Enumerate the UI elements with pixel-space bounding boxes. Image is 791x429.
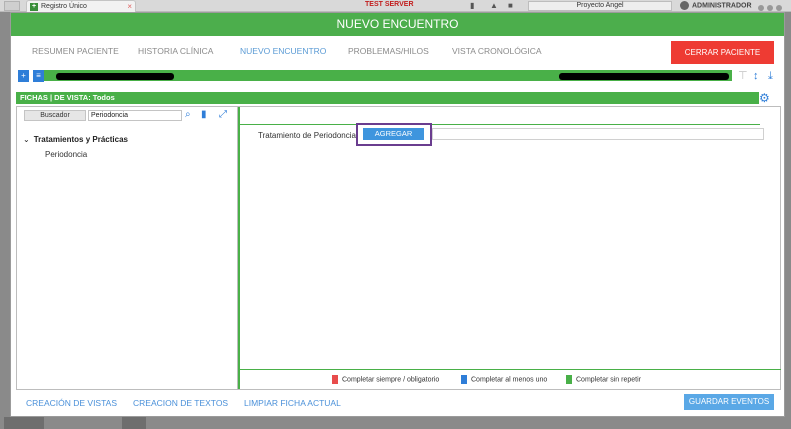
- browser-top-bar: + Registro Único × TEST SERVER ▮ ▲ ■ Pro…: [0, 0, 791, 12]
- tree-group-label: Tratamientos y Prácticas: [33, 135, 128, 144]
- dot-icon[interactable]: [767, 5, 773, 11]
- fichas-panel: Buscador Periodoncia ⌕ ▮ ⤢ ⌄ Tratamientos…: [16, 106, 238, 390]
- collapse-top-icon: ⊤: [738, 70, 748, 82]
- window-control-button[interactable]: [4, 1, 20, 11]
- tree-item-periodoncia[interactable]: Periodoncia: [45, 150, 87, 159]
- project-label: Proyecto Angel: [576, 2, 624, 9]
- bell-icon[interactable]: ▲: [490, 1, 498, 10]
- taskbar-item[interactable]: [4, 417, 44, 429]
- redacted-details: [559, 73, 729, 80]
- project-selector[interactable]: Proyecto Angel: [528, 1, 672, 11]
- tab-historia-clinica[interactable]: HISTORIA CLÍNICA: [138, 46, 213, 56]
- tree-group[interactable]: ⌄ Tratamientos y Prácticas: [23, 135, 128, 144]
- tab-problemas-hilos[interactable]: PROBLEMAS/HILOS: [348, 46, 429, 56]
- close-patient-button[interactable]: CERRAR PACIENTE: [671, 41, 774, 64]
- legend-no-repeat: Completar sin repetir: [566, 375, 641, 384]
- download-icon[interactable]: ⤓: [768, 70, 773, 82]
- legend-label: Completar siempre / obligatorio: [342, 376, 440, 384]
- expand-vertical-icon[interactable]: ↕: [753, 70, 759, 82]
- taskbar-strip: [0, 417, 791, 429]
- legend-at-least-one: Completar al menos uno: [461, 375, 547, 384]
- bookmark-icon: [332, 375, 338, 384]
- patient-info-bar: + ≡ ⊤ ↕ ⤓: [16, 68, 781, 85]
- document-icon[interactable]: +: [18, 70, 29, 82]
- chevron-down-icon[interactable]: ⌄: [23, 135, 30, 144]
- patient-bar-fill: [44, 70, 732, 81]
- add-button[interactable]: AGREGAR: [363, 128, 424, 140]
- legend-label: Completar sin repetir: [576, 376, 641, 384]
- bookmark-icon: [461, 375, 467, 384]
- bookmark-icon: [566, 375, 572, 384]
- divider: [240, 124, 760, 125]
- dot-icon[interactable]: [758, 5, 764, 11]
- lock-icon[interactable]: ■: [508, 1, 513, 10]
- divider: [238, 107, 240, 389]
- nuevo-encuentro-modal: NUEVO ENCUENTRO RESUMEN PACIENTE HISTORI…: [10, 12, 785, 417]
- tab-favicon-icon: +: [30, 3, 38, 11]
- search-label[interactable]: Buscador: [24, 110, 86, 121]
- avatar-icon: [680, 1, 689, 10]
- limpiar-ficha-link[interactable]: LIMPIAR FICHA ACTUAL: [244, 398, 341, 408]
- dot-icon[interactable]: [776, 5, 782, 11]
- expand-icon[interactable]: ⤢: [219, 109, 227, 121]
- save-events-button[interactable]: GUARDAR EVENTOS: [684, 394, 774, 410]
- search-icon[interactable]: ⌕: [185, 109, 191, 121]
- creacion-textos-link[interactable]: CREACION DE TEXTOS: [133, 398, 228, 408]
- tab-close-icon[interactable]: ×: [127, 1, 132, 12]
- trash-icon[interactable]: ▮: [201, 109, 207, 121]
- divider: [240, 369, 781, 370]
- treatment-field[interactable]: [432, 128, 764, 140]
- gear-icon[interactable]: ⚙: [759, 91, 770, 105]
- nav-tabs: RESUMEN PACIENTE HISTORIA CLÍNICA NUEVO …: [11, 36, 784, 66]
- tab-resumen-paciente[interactable]: RESUMEN PACIENTE: [32, 46, 119, 56]
- tab-nuevo-encuentro[interactable]: NUEVO ENCUENTRO: [240, 46, 326, 56]
- server-label: TEST SERVER: [365, 1, 414, 8]
- user-label: ADMINISTRADOR: [692, 2, 752, 10]
- modal-title: NUEVO ENCUENTRO: [11, 13, 784, 36]
- book-icon[interactable]: ≡: [33, 70, 44, 82]
- form-panel: Tratamiento de Periodoncia AGREGAR Compl…: [238, 106, 781, 390]
- tab-vista-cronologica[interactable]: VISTA CRONOLÓGICA: [452, 46, 542, 56]
- user-menu[interactable]: ADMINISTRADOR: [680, 1, 752, 10]
- browser-tab-title: Registro Único: [41, 3, 87, 10]
- redacted-name: [56, 73, 174, 80]
- taskbar-item[interactable]: [122, 417, 146, 429]
- browser-tab[interactable]: + Registro Único ×: [26, 0, 136, 12]
- search-input[interactable]: Periodoncia: [88, 110, 182, 121]
- notebook-icon[interactable]: ▮: [470, 1, 474, 10]
- legend-label: Completar al menos uno: [471, 376, 548, 384]
- fichas-header: FICHAS | DE VISTA: Todos: [16, 92, 759, 104]
- creacion-vistas-link[interactable]: CREACIÓN DE VISTAS: [26, 398, 117, 408]
- legend-required: Completar siempre / obligatorio: [332, 375, 439, 384]
- treatment-label: Tratamiento de Periodoncia: [258, 131, 356, 140]
